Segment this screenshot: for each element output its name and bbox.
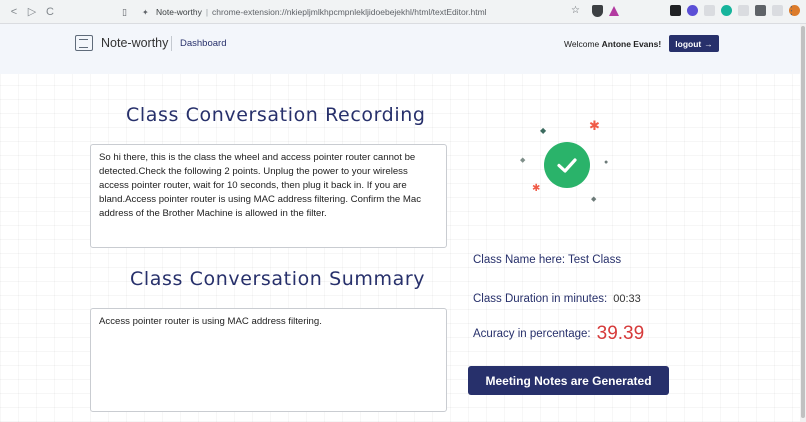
url-text[interactable]: chrome-extension://nkiepljmlkhpcmpnleklj… bbox=[212, 7, 487, 17]
sparkle-icon: ✱ bbox=[589, 118, 600, 133]
bookmark-icon[interactable]: ▯ bbox=[122, 7, 136, 18]
class-accuracy: Acuracy in percentage: 39.39 bbox=[473, 323, 644, 345]
puzzle-icon[interactable] bbox=[755, 5, 766, 16]
extension-icon[interactable] bbox=[704, 5, 715, 16]
browser-toolbar: < ▷ C ▯ ✦ Note-worthy | chrome-extension… bbox=[0, 0, 806, 24]
diamond-icon: ◆ bbox=[591, 196, 597, 203]
reload-icon[interactable]: C bbox=[42, 4, 58, 20]
diamond-icon: ◆ bbox=[520, 157, 526, 164]
recording-title: Class Conversation Recording bbox=[126, 104, 426, 126]
logo-icon bbox=[75, 35, 93, 51]
class-duration: Class Duration in minutes: 00:33 bbox=[473, 293, 641, 305]
check-circle-icon bbox=[544, 142, 590, 188]
extension-page-icon: ✦ bbox=[142, 7, 149, 17]
page-scrollbar[interactable] bbox=[800, 24, 806, 422]
notes-generated-button[interactable]: Meeting Notes are Generated bbox=[468, 366, 669, 395]
sparkle-icon: ✱ bbox=[532, 183, 541, 194]
welcome-text: Welcome Antone Evans! bbox=[564, 39, 661, 49]
arrow-right-icon: → bbox=[704, 38, 713, 49]
browser-nav: < ▷ C bbox=[6, 4, 58, 20]
nav-dashboard-link[interactable]: Dashboard bbox=[180, 38, 226, 49]
circle-icon: ● bbox=[604, 159, 609, 166]
extension-icon[interactable] bbox=[738, 5, 749, 16]
accuracy-label: Acuracy in percentage: bbox=[473, 328, 591, 340]
welcome-prefix: Welcome bbox=[564, 39, 600, 49]
tab-title: Note-worthy bbox=[156, 7, 202, 17]
app-header: Note-worthy Dashboard Welcome Antone Eva… bbox=[0, 24, 806, 74]
back-icon[interactable]: < bbox=[6, 4, 22, 20]
accuracy-value: 39.39 bbox=[596, 323, 645, 344]
header-divider bbox=[171, 36, 172, 51]
extension-icon[interactable] bbox=[687, 5, 698, 16]
success-illustration: ◆ ✱ ◆ ● ✱ ◆ bbox=[520, 118, 620, 210]
diamond-icon: ◆ bbox=[540, 126, 547, 135]
extension-icon[interactable] bbox=[772, 5, 783, 16]
kebab-menu-icon[interactable]: ⋮ bbox=[786, 4, 797, 17]
checkmark-icon bbox=[557, 158, 577, 173]
duration-value: 00:33 bbox=[613, 293, 641, 305]
forward-icon[interactable]: ▷ bbox=[24, 4, 40, 20]
duration-label: Class Duration in minutes: bbox=[473, 293, 608, 305]
address-bar[interactable]: ▯ ✦ Note-worthy | chrome-extension://nki… bbox=[122, 3, 584, 21]
summary-title: Class Conversation Summary bbox=[130, 268, 426, 290]
url-separator: | bbox=[205, 7, 209, 17]
extension-icons bbox=[670, 5, 800, 16]
brave-rewards-icon[interactable] bbox=[609, 6, 619, 16]
page: Note-worthy Dashboard Welcome Antone Eva… bbox=[0, 24, 806, 422]
summary-textarea[interactable]: Access pointer router is using MAC addre… bbox=[90, 308, 447, 412]
star-icon[interactable]: ☆ bbox=[571, 5, 580, 16]
recording-textarea[interactable]: So hi there, this is the class the wheel… bbox=[90, 144, 447, 248]
brand-name[interactable]: Note-worthy bbox=[101, 36, 168, 50]
logout-label: logout bbox=[675, 38, 702, 49]
user-name: Antone Evans! bbox=[601, 39, 662, 49]
class-name: Class Name here: Test Class bbox=[473, 254, 622, 266]
brave-shield-icon[interactable] bbox=[592, 5, 603, 17]
logout-button[interactable]: logout → bbox=[669, 35, 719, 52]
extension-icon[interactable] bbox=[670, 5, 681, 16]
extension-icon[interactable] bbox=[721, 5, 732, 16]
